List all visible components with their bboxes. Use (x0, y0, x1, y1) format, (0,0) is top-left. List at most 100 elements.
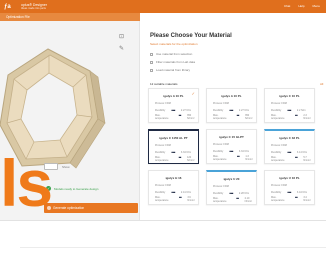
checkbox-icon (150, 68, 153, 72)
top-right-menu: Chat Help Menu (284, 4, 320, 8)
selected-check-icon: ✓ (191, 91, 195, 96)
fit-icon[interactable]: ⊡ (119, 33, 124, 40)
material-name: igulyx C 33 PL (279, 136, 300, 140)
filter-option[interactable]: Filter materials from Lab data (150, 60, 195, 64)
material-card[interactable]: igulyx U 20 Process: FDM Flexibility ■■■ 2.2… (206, 170, 257, 205)
prop-label: Max. temperature (155, 196, 169, 202)
top-bar: ƒa oplus® Designer Ideas made into parts… (0, 0, 326, 13)
prop-label: Max. temperature (213, 114, 227, 120)
generate-button[interactable]: Generate optimization (44, 203, 138, 213)
material-prop-row: Flexibility ■■■ 3.34 N/m (213, 150, 249, 153)
model-tab[interactable]: Optimization File (0, 13, 140, 21)
material-process: Process: FDM (213, 143, 229, 146)
filter-option-label: Filter materials from Lab data (156, 60, 196, 64)
material-prop-row: Max. temperature ■■ 120 N/mm² (155, 156, 198, 162)
process-label: Process: FDM (155, 144, 171, 147)
process-label: Process: FDM (213, 102, 229, 105)
material-prop-row: Flexibility ■■■ 2.27 N/m (155, 109, 191, 112)
prop-value: 3.14 N/m (296, 151, 308, 154)
rating-icon: ■■ (236, 155, 240, 158)
material-card[interactable]: igulyx H 16 Process: FDM Flexibility ■■■ 2.4… (148, 170, 199, 205)
viewer-toolbar: ⊡ ✎ (119, 33, 124, 52)
rating-icon: ■■■ (287, 191, 291, 194)
material-card[interactable]: igulyx U 16 PL Process: FDM Flexibility ■■■… (264, 170, 315, 205)
material-panel: Please Choose Your Material Select mater… (142, 21, 326, 220)
filter-option[interactable]: Use material from selection (150, 52, 195, 56)
app-window: ƒa oplus® Designer Ideas made into parts… (0, 0, 326, 264)
material-prop-row: Flexibility ■■■ 3.14 N/m (271, 151, 307, 154)
filter-option[interactable]: Load material from library (150, 68, 195, 72)
material-card[interactable]: igulyx A 10 PL Process: FDM Flexibility ■■■… (206, 88, 257, 123)
prop-value: 3.6 N/mm² (187, 196, 195, 202)
prop-value: 350 N/mm² (244, 114, 253, 120)
material-prop-row: Max. temperature ■■ 3.6 N/mm² (155, 196, 198, 202)
material-prop-row: Flexibility ■■■ 2.2 N/m (271, 109, 306, 112)
rating-icon: ■■ (294, 196, 298, 199)
top-menu-item[interactable]: Help (298, 4, 304, 8)
prop-value: 5.7 N/mm² (303, 156, 311, 162)
prop-value: 3.4 N/mm² (303, 196, 311, 202)
filter-option-label: Load material from library (156, 68, 191, 72)
prop-label: Flexibility (271, 191, 282, 194)
prop-label: Flexibility (155, 109, 166, 112)
material-name: igulyx U 16 PL (279, 176, 300, 180)
rating-icon: ■■■ (287, 151, 291, 154)
app-title-block: oplus® Designer Ideas made into parts (21, 3, 47, 10)
material-prop-row: Max. temperature ■■ 3.4 N/mm² (271, 196, 314, 202)
checkbox-icon (150, 52, 153, 56)
rating-icon: ■■■ (229, 150, 233, 153)
top-menu-item[interactable]: Menu (312, 4, 320, 8)
material-count: 12 suitable materials (150, 82, 178, 86)
material-process: Process: FDM (213, 102, 229, 105)
material-process: Process: FDM (155, 102, 171, 105)
rating-icon: ■■■ (171, 191, 175, 194)
material-name: igulyx C 15 GLPT (219, 135, 244, 139)
prop-value: 2.3 N/mm² (303, 114, 311, 120)
checkbox-icon (150, 60, 153, 64)
material-card[interactable]: igulyx C 10 PL Process: FDM Flexibility ■■■… (264, 88, 315, 123)
material-name: igulyx C 1150 AL PT (159, 136, 188, 140)
prop-label: Flexibility (155, 191, 166, 194)
material-name: igulyx U 20 (223, 177, 240, 181)
prop-value: 2.28 N/m (238, 192, 250, 195)
process-label: Process: FDM (155, 184, 171, 187)
prop-label: Max. temperature (271, 156, 285, 162)
rating-icon: ■■■ (171, 151, 175, 154)
prop-value: 2.2 N/m (296, 109, 306, 112)
footer-line (20, 247, 326, 248)
prop-value: 1.3 N/mm² (245, 155, 253, 161)
process-label: Process: FDM (213, 143, 229, 146)
rating-icon: ■■ (178, 156, 182, 159)
prop-label: Flexibility (271, 151, 282, 154)
rating-icon: ■■ (178, 196, 182, 199)
material-prop-row: Max. temperature ■■ 5.7 N/mm² (271, 156, 314, 162)
top-menu-item[interactable]: Chat (284, 4, 290, 8)
status-row: ✓ Models ready to Generate design (46, 186, 98, 191)
prop-value: 2.10 N/mm² (244, 197, 253, 203)
material-card[interactable]: igulyx A 10 PL ✓ Process: FDM Flexibility ■■… (148, 88, 199, 123)
filter-option-label: Use material from selection (156, 52, 193, 56)
material-name: igulyx A 10 PL (221, 94, 242, 98)
rating-icon: ■■ (294, 156, 298, 159)
material-card[interactable]: igulyx C 15 GLPT Process: FDM Flexibility ■… (206, 129, 257, 164)
material-card[interactable]: igulyx C 1150 AL PT Process: FDM Flexibili… (148, 129, 199, 164)
material-process: Process: FDM (271, 184, 287, 187)
panel-heading: Please Choose Your Material (150, 33, 232, 39)
rating-icon: ■■ (236, 197, 239, 200)
prop-label: Max. temperature (271, 196, 285, 202)
view-all-link[interactable]: All (320, 82, 323, 86)
process-label: Process: FDM (271, 102, 287, 105)
material-prop-row: Max. temperature ■■ 1.3 N/mm² (213, 155, 256, 161)
rating-icon: ■■ (294, 114, 298, 117)
app-subtitle: Ideas made into parts (21, 7, 46, 10)
material-process: Process: FDM (213, 185, 229, 188)
rating-icon: ■■■ (171, 109, 175, 112)
material-process: Process: FDM (155, 144, 171, 147)
rating-icon: ■■■ (229, 109, 233, 112)
settings-icon[interactable]: ✎ (119, 45, 124, 52)
prop-value: 2.27 N/m (238, 109, 250, 112)
rating-icon: ■■■ (229, 192, 233, 195)
material-prop-row: Max. temperature ■■ 350 N/mm² (213, 114, 256, 120)
material-prop-row: Flexibility ■■■ 2.28 N/m (213, 192, 249, 195)
material-card[interactable]: igulyx C 33 PL Process: FDM Flexibility ■■■… (264, 129, 315, 164)
